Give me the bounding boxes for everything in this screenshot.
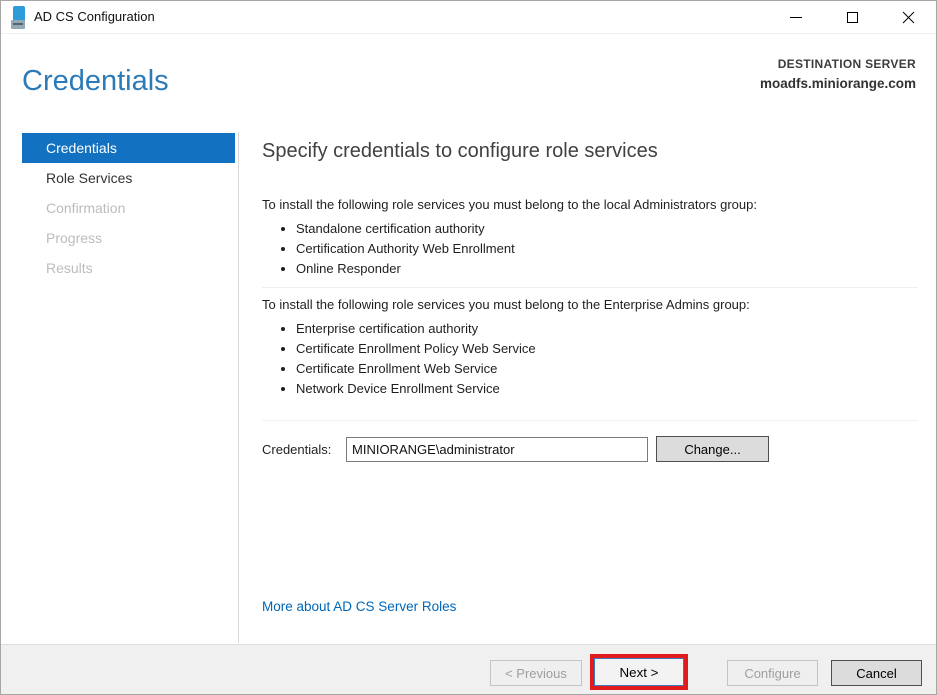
more-about-adcs-link[interactable]: More about AD CS Server Roles <box>262 599 456 614</box>
nav-item-progress: Progress <box>22 223 235 253</box>
list-item: Certificate Enrollment Web Service <box>296 359 918 379</box>
destination-server-name: moadfs.miniorange.com <box>760 76 916 91</box>
list-item: Network Device Enrollment Service <box>296 379 918 399</box>
change-credentials-button[interactable]: Change... <box>656 436 769 462</box>
red-highlight-box: Next > <box>590 654 688 690</box>
wizard-footer: < Previous Next > Configure Cancel <box>1 644 936 695</box>
maximize-icon <box>847 12 858 23</box>
list-item: Online Responder <box>296 259 918 279</box>
nav-item-role-services[interactable]: Role Services <box>22 163 235 193</box>
list-item: Certificate Enrollment Policy Web Servic… <box>296 339 918 359</box>
wizard-header: Credentials DESTINATION SERVER moadfs.mi… <box>1 35 936 131</box>
window-title: AD CS Configuration <box>34 9 155 24</box>
enterprise-admins-section: To install the following role services y… <box>262 287 918 399</box>
close-icon <box>902 11 915 24</box>
minimize-button[interactable] <box>768 1 824 34</box>
nav-item-confirmation: Confirmation <box>22 193 235 223</box>
maximize-button[interactable] <box>824 1 880 34</box>
credentials-input[interactable] <box>346 437 648 462</box>
close-button[interactable] <box>880 1 936 34</box>
local-admins-intro: To install the following role services y… <box>262 196 918 214</box>
wizard-step-nav: Credentials Role Services Confirmation P… <box>22 133 235 283</box>
nav-item-results: Results <box>22 253 235 283</box>
content-heading: Specify credentials to configure role se… <box>262 137 918 165</box>
local-admins-list: Standalone certification authority Certi… <box>296 219 918 279</box>
enterprise-admins-list: Enterprise certification authority Certi… <box>296 319 918 399</box>
destination-server-label: DESTINATION SERVER <box>760 57 916 71</box>
enterprise-admins-intro: To install the following role services y… <box>262 296 918 314</box>
server-manager-icon <box>11 6 33 30</box>
credentials-label: Credentials: <box>262 442 346 457</box>
list-item: Certification Authority Web Enrollment <box>296 239 918 259</box>
list-item: Enterprise certification authority <box>296 319 918 339</box>
main-content: Specify credentials to configure role se… <box>262 131 918 462</box>
configure-button: Configure <box>727 660 818 686</box>
previous-button: < Previous <box>490 660 582 686</box>
adcs-configuration-window: AD CS Configuration Credentials DESTINAT… <box>0 0 937 695</box>
page-title: Credentials <box>22 65 169 98</box>
vertical-divider <box>238 132 239 643</box>
nav-item-credentials[interactable]: Credentials <box>22 133 235 163</box>
destination-server-block: DESTINATION SERVER moadfs.miniorange.com <box>760 57 916 91</box>
next-button[interactable]: Next > <box>594 658 684 686</box>
titlebar: AD CS Configuration <box>1 1 936 34</box>
list-item: Standalone certification authority <box>296 219 918 239</box>
credentials-row: Credentials: Change... <box>262 420 918 462</box>
minimize-icon <box>790 17 802 18</box>
local-admins-section: To install the following role services y… <box>262 196 918 279</box>
cancel-button[interactable]: Cancel <box>831 660 922 686</box>
